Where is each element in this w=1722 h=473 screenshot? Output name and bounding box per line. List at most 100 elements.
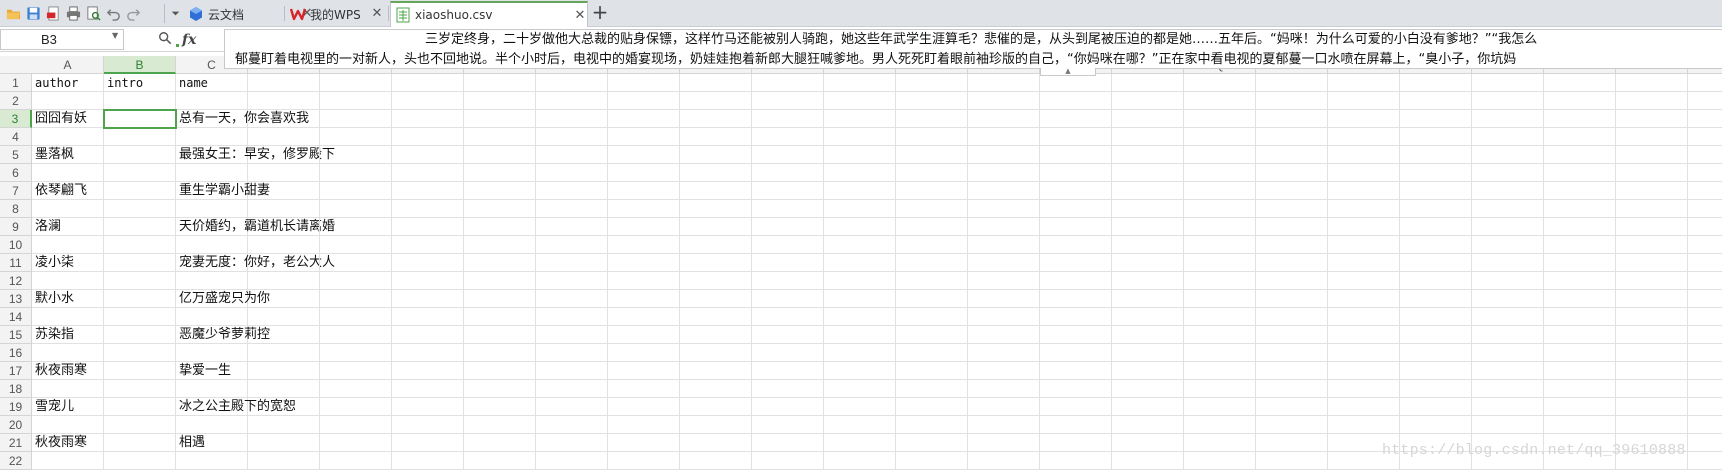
cell-v12[interactable]: [1544, 272, 1616, 290]
cell-r5[interactable]: [1256, 146, 1328, 164]
cell-a2[interactable]: [32, 92, 104, 110]
cell-e9[interactable]: [320, 218, 392, 236]
cell-s13[interactable]: [1328, 290, 1400, 308]
cell-k12[interactable]: [752, 272, 824, 290]
cell-n16[interactable]: [968, 344, 1040, 362]
cell-o17[interactable]: [1040, 362, 1112, 380]
cell-m12[interactable]: [896, 272, 968, 290]
cell-u14[interactable]: [1472, 308, 1544, 326]
cell-o2[interactable]: [1040, 92, 1112, 110]
tab-xiaoshuo-csv[interactable]: xiaoshuo.csv ✕: [390, 1, 588, 27]
cell-a8[interactable]: [32, 200, 104, 218]
close-icon[interactable]: ✕: [573, 9, 587, 23]
cell-x7[interactable]: [1688, 182, 1722, 200]
cell-i5[interactable]: [608, 146, 680, 164]
cell-c14[interactable]: [176, 308, 248, 326]
cell-v9[interactable]: [1544, 218, 1616, 236]
cell-u6[interactable]: [1472, 164, 1544, 182]
cell-u5[interactable]: [1472, 146, 1544, 164]
cell-n6[interactable]: [968, 164, 1040, 182]
cell-j12[interactable]: [680, 272, 752, 290]
cell-n4[interactable]: [968, 128, 1040, 146]
cell-t2[interactable]: [1400, 92, 1472, 110]
cell-b10[interactable]: [104, 236, 176, 254]
cell-i20[interactable]: [608, 416, 680, 434]
cell-a5[interactable]: 墨落枫: [32, 146, 104, 164]
cell-e20[interactable]: [320, 416, 392, 434]
cell-q17[interactable]: [1184, 362, 1256, 380]
cell-d17[interactable]: [248, 362, 320, 380]
cell-r16[interactable]: [1256, 344, 1328, 362]
cell-v3[interactable]: [1544, 110, 1616, 128]
cell-l6[interactable]: [824, 164, 896, 182]
cell-m19[interactable]: [896, 398, 968, 416]
cell-a11[interactable]: 凌小柒: [32, 254, 104, 272]
cell-i21[interactable]: [608, 434, 680, 452]
cell-w5[interactable]: [1616, 146, 1688, 164]
cell-k19[interactable]: [752, 398, 824, 416]
cell-l3[interactable]: [824, 110, 896, 128]
cell-s17[interactable]: [1328, 362, 1400, 380]
cell-p5[interactable]: [1112, 146, 1184, 164]
cell-b13[interactable]: [104, 290, 176, 308]
cell-u8[interactable]: [1472, 200, 1544, 218]
cell-x19[interactable]: [1688, 398, 1722, 416]
save-icon[interactable]: [24, 4, 42, 22]
cell-w11[interactable]: [1616, 254, 1688, 272]
cell-a12[interactable]: [32, 272, 104, 290]
cell-x11[interactable]: [1688, 254, 1722, 272]
cell-t10[interactable]: [1400, 236, 1472, 254]
cell-n20[interactable]: [968, 416, 1040, 434]
cell-f2[interactable]: [392, 92, 464, 110]
cell-b8[interactable]: [104, 200, 176, 218]
cell-t14[interactable]: [1400, 308, 1472, 326]
cell-j15[interactable]: [680, 326, 752, 344]
cell-f14[interactable]: [392, 308, 464, 326]
cell-h16[interactable]: [536, 344, 608, 362]
cell-i19[interactable]: [608, 398, 680, 416]
cell-u4[interactable]: [1472, 128, 1544, 146]
cell-a15[interactable]: 苏染指: [32, 326, 104, 344]
cell-n19[interactable]: [968, 398, 1040, 416]
cell-k6[interactable]: [752, 164, 824, 182]
cell-i17[interactable]: [608, 362, 680, 380]
cell-h20[interactable]: [536, 416, 608, 434]
cell-g1[interactable]: [464, 74, 536, 92]
cell-m10[interactable]: [896, 236, 968, 254]
cell-b15[interactable]: [104, 326, 176, 344]
cell-l21[interactable]: [824, 434, 896, 452]
cell-t6[interactable]: [1400, 164, 1472, 182]
cell-m8[interactable]: [896, 200, 968, 218]
cell-u16[interactable]: [1472, 344, 1544, 362]
cell-d2[interactable]: [248, 92, 320, 110]
cell-f10[interactable]: [392, 236, 464, 254]
cell-g10[interactable]: [464, 236, 536, 254]
cell-d18[interactable]: [248, 380, 320, 398]
cell-n9[interactable]: [968, 218, 1040, 236]
cell-x6[interactable]: [1688, 164, 1722, 182]
cell-c20[interactable]: [176, 416, 248, 434]
cell-p10[interactable]: [1112, 236, 1184, 254]
tab-my-wps[interactable]: 我的WPS ✕: [290, 1, 386, 27]
cell-l9[interactable]: [824, 218, 896, 236]
cell-o14[interactable]: [1040, 308, 1112, 326]
cell-t13[interactable]: [1400, 290, 1472, 308]
cell-n12[interactable]: [968, 272, 1040, 290]
export-pdf-icon[interactable]: [44, 4, 62, 22]
cell-w6[interactable]: [1616, 164, 1688, 182]
cell-q4[interactable]: [1184, 128, 1256, 146]
cell-m1[interactable]: [896, 74, 968, 92]
cell-v18[interactable]: [1544, 380, 1616, 398]
cell-t1[interactable]: [1400, 74, 1472, 92]
cell-f5[interactable]: [392, 146, 464, 164]
cell-o16[interactable]: [1040, 344, 1112, 362]
cell-l17[interactable]: [824, 362, 896, 380]
cell-a1[interactable]: author: [32, 74, 104, 92]
cell-l22[interactable]: [824, 452, 896, 470]
row-header[interactable]: 21: [0, 434, 32, 452]
cell-f13[interactable]: [392, 290, 464, 308]
cell-o22[interactable]: [1040, 452, 1112, 470]
cell-x9[interactable]: [1688, 218, 1722, 236]
cell-k1[interactable]: [752, 74, 824, 92]
cell-f20[interactable]: [392, 416, 464, 434]
